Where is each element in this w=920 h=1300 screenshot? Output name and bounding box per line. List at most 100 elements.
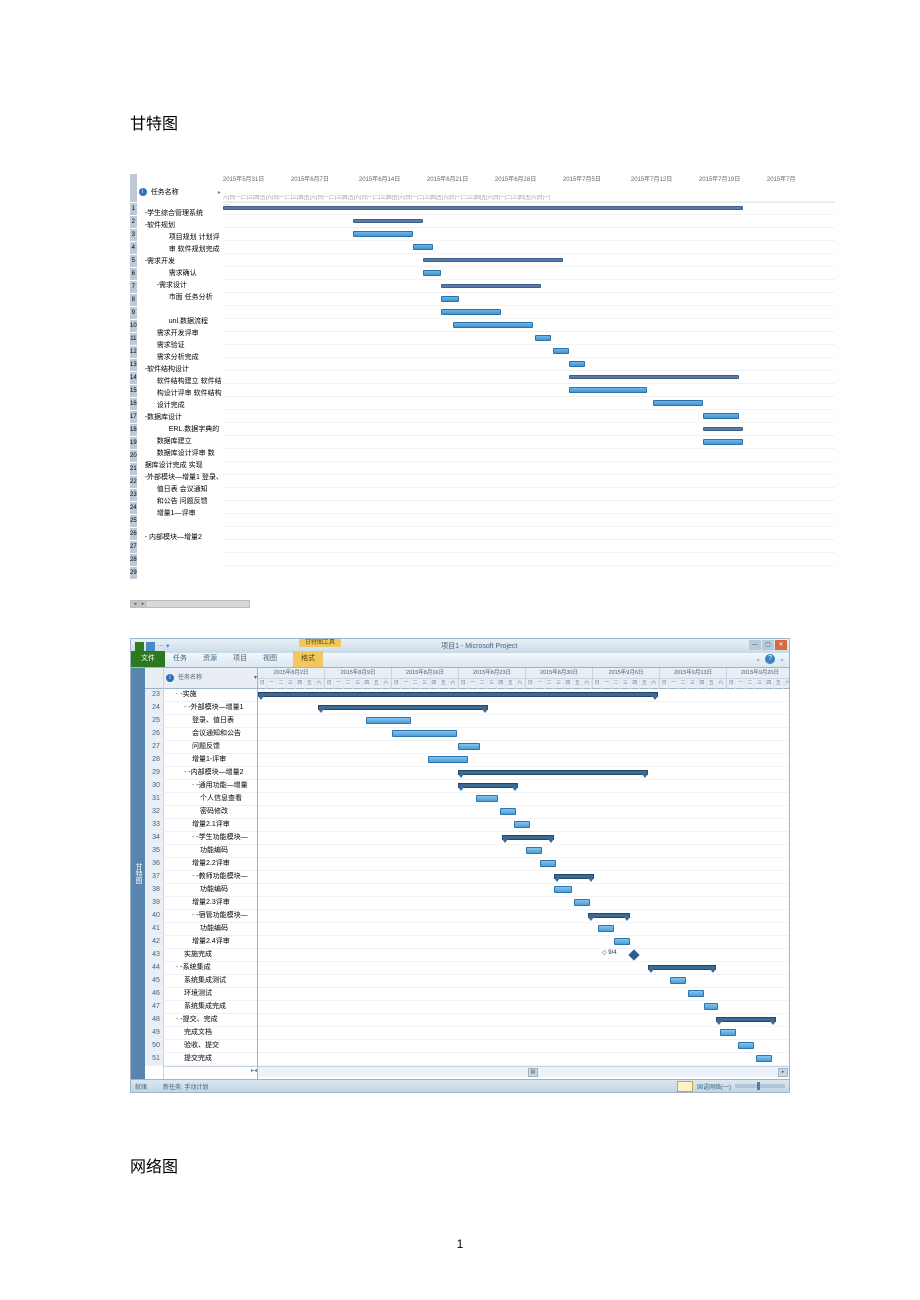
task-bar[interactable]: [366, 717, 411, 724]
summary-bar[interactable]: [554, 874, 594, 879]
summary-bar[interactable]: [441, 284, 541, 288]
task-name-cell[interactable]: 系统集成测试: [164, 975, 257, 988]
task-name-cell[interactable]: 数据库建立: [137, 436, 223, 448]
scroll-thumb[interactable]: ▤: [528, 1068, 538, 1077]
task-name-cell[interactable]: 据库设计完成 实现: [137, 460, 223, 472]
task-name-cell[interactable]: 设计完成: [137, 400, 223, 412]
task-bar[interactable]: [353, 231, 413, 237]
task-name-cell[interactable]: [137, 544, 223, 556]
task-name-cell[interactable]: unl.数据流程: [137, 316, 223, 328]
task-name-cell[interactable]: -外部模块—增量1 登录、: [137, 472, 223, 484]
task-name-cell[interactable]: - -实施: [164, 689, 257, 702]
task-name-cell[interactable]: - -教师功能模块—: [164, 871, 257, 884]
task-name-cell[interactable]: - -内部模块—增量2: [164, 767, 257, 780]
task-name-cell[interactable]: -软件规划: [137, 220, 223, 232]
task-bar[interactable]: [569, 361, 585, 367]
task-name-cell[interactable]: - 内部模块—增量2: [137, 532, 223, 544]
task-bar[interactable]: [614, 938, 630, 945]
summary-bar[interactable]: [353, 219, 423, 223]
summary-bar[interactable]: [588, 913, 630, 918]
task-name-cell[interactable]: 增量2.2评审: [164, 858, 257, 871]
summary-bar[interactable]: [318, 705, 488, 710]
task-bar[interactable]: [540, 860, 556, 867]
task-name-cell[interactable]: - -外部模块—增量1: [164, 702, 257, 715]
task-name-cell[interactable]: - -系统集成: [164, 962, 257, 975]
task-name-cell[interactable]: 功能编码: [164, 923, 257, 936]
task-name-cell[interactable]: 构设计评审 软件结构: [137, 388, 223, 400]
task-name-cell[interactable]: 验收、提交: [164, 1040, 257, 1053]
summary-bar[interactable]: [258, 692, 658, 697]
task-name-cell[interactable]: 功能编码: [164, 884, 257, 897]
task-bar[interactable]: [441, 296, 459, 302]
summary-bar[interactable]: [458, 770, 648, 775]
task-bar[interactable]: [688, 990, 704, 997]
milestone-marker[interactable]: [628, 949, 639, 960]
task-name-cell[interactable]: 系统集成完成: [164, 1001, 257, 1014]
task-name-cell[interactable]: -需求开发: [137, 256, 223, 268]
ribbon-tab[interactable]: 项目: [225, 651, 255, 667]
task-name-cell[interactable]: 实施完成: [164, 949, 257, 962]
task-bar[interactable]: [514, 821, 530, 828]
horizontal-scrollbar[interactable]: ▤ ▸: [258, 1066, 789, 1077]
task-bar[interactable]: [392, 730, 457, 737]
summary-bar[interactable]: [502, 835, 554, 840]
task-bar[interactable]: [535, 335, 551, 341]
summary-bar[interactable]: [716, 1017, 776, 1022]
task-bar[interactable]: [720, 1029, 736, 1036]
task-bar[interactable]: [441, 309, 501, 315]
task-name-cell[interactable]: 需求分析完成: [137, 352, 223, 364]
task-name-cell[interactable]: 数据库设计评审 数: [137, 448, 223, 460]
maximize-button[interactable]: ▢: [762, 640, 774, 650]
zoom-slider[interactable]: [735, 1084, 785, 1088]
ribbon-tab[interactable]: 资源: [195, 651, 225, 667]
task-name-cell[interactable]: 需求开发评审: [137, 328, 223, 340]
scroll-left-icon[interactable]: ◂: [254, 1067, 257, 1079]
minimize-button[interactable]: —: [749, 640, 761, 650]
task-bar[interactable]: [413, 244, 433, 250]
task-name-cell[interactable]: 个人信息查看: [164, 793, 257, 806]
ribbon-tab[interactable]: 任务: [165, 651, 195, 667]
ribbon-options-icon[interactable]: ⌄: [779, 655, 785, 663]
task-bar[interactable]: [704, 1003, 718, 1010]
task-name-cell[interactable]: 环境测试: [164, 988, 257, 1001]
task-name-cell[interactable]: 软件结构建立 软件结: [137, 376, 223, 388]
task-name-cell[interactable]: 会议通知和公告: [164, 728, 257, 741]
task-name-cell[interactable]: 完成文档: [164, 1027, 257, 1040]
task-name-cell[interactable]: -学生综合管理系统: [137, 208, 223, 220]
task-bar[interactable]: [553, 348, 569, 354]
task-name-cell[interactable]: 增量1-评审: [164, 754, 257, 767]
resize-handle-icon[interactable]: ▸: [218, 189, 221, 196]
task-bar[interactable]: [574, 899, 590, 906]
task-name-cell[interactable]: -数据库设计: [137, 412, 223, 424]
task-name-cell[interactable]: 增量2.1评审: [164, 819, 257, 832]
task-name-cell[interactable]: 市面 任务分析: [137, 292, 223, 304]
close-button[interactable]: ✕: [775, 640, 787, 650]
save-icon[interactable]: [146, 642, 155, 651]
task-name-cell[interactable]: 审 软件规划完成: [137, 244, 223, 256]
scroll-right-button[interactable]: ▸: [778, 1068, 788, 1077]
task-name-cell[interactable]: 需求确认: [137, 268, 223, 280]
summary-bar[interactable]: [223, 206, 743, 210]
horizontal-scrollbar[interactable]: ◂ ▸: [130, 600, 250, 608]
ribbon-expand-icon[interactable]: ⌄: [755, 655, 761, 663]
summary-bar[interactable]: [569, 375, 739, 379]
task-name-cell[interactable]: 值日表 会议通知: [137, 484, 223, 496]
task-bar[interactable]: [703, 439, 743, 445]
task-bar[interactable]: [476, 795, 498, 802]
task-bar[interactable]: [670, 977, 686, 984]
task-name-cell[interactable]: - -学生功能模块—: [164, 832, 257, 845]
task-name-cell[interactable]: 增量2.4评审: [164, 936, 257, 949]
task-name-cell[interactable]: - -通用功能—增量: [164, 780, 257, 793]
task-name-cell[interactable]: - -提交、完成: [164, 1014, 257, 1027]
task-name-cell[interactable]: 需求验证: [137, 340, 223, 352]
task-bar[interactable]: [756, 1055, 772, 1062]
summary-bar[interactable]: [648, 965, 716, 970]
task-name-cell[interactable]: [137, 304, 223, 316]
task-bar[interactable]: [428, 756, 468, 763]
task-name-cell[interactable]: 功能编码: [164, 845, 257, 858]
summary-bar[interactable]: [423, 258, 563, 262]
task-name-cell[interactable]: 提交完成: [164, 1053, 257, 1066]
file-tab[interactable]: 文件: [131, 651, 165, 667]
summary-bar[interactable]: [703, 427, 743, 431]
ribbon-tab[interactable]: 视图: [255, 651, 285, 667]
